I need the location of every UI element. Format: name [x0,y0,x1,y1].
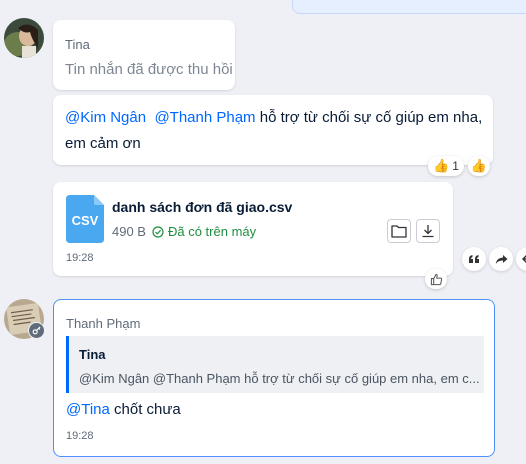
more-button[interactable] [516,247,526,271]
key-icon [28,322,45,339]
reaction-summary[interactable]: 👍 1 [428,156,464,176]
file-size: 490 B [112,224,146,239]
message-line-2: em cảm ơn [65,135,141,152]
open-folder-button[interactable] [387,219,411,243]
reaction-button[interactable]: 👍 [468,156,490,176]
own-message-bubble-partial[interactable] [292,0,526,14]
check-circle-icon [152,225,164,238]
mention-tina[interactable]: @Tina [66,401,110,418]
message-bubble-reply[interactable]: Thanh Phạm Tina @Kim Ngân @Thanh Phạm hỗ… [53,299,495,457]
message-time: 19:28 [66,430,94,442]
message-text: hỗ trợ từ chối sự cố giúp em nha, [255,109,483,126]
more-icon [522,255,526,263]
file-meta: 490 B Đã có trên máy [112,224,256,239]
reply-text-line: @Tina chốt chưa [66,397,181,423]
quote-button[interactable] [462,247,486,271]
download-button[interactable] [416,219,440,243]
file-name[interactable]: danh sách đơn đã giao.csv [112,199,292,215]
message-bubble-support[interactable]: @Kim Ngân @Thanh Phạm hỗ trợ từ chối sự … [53,95,493,165]
quoted-text: @Kim Ngân @Thanh Phạm hỗ trợ từ chối sự … [79,371,479,386]
mention-thanh-pham[interactable]: @Thanh Phạm [154,109,255,126]
quote-icon [469,255,479,263]
thumbs-up-icon: 👍 [433,158,450,173]
share-icon [495,254,507,264]
quoted-message[interactable]: Tina @Kim Ngân @Thanh Phạm hỗ trợ từ chố… [66,336,484,393]
csv-file-icon[interactable]: CSV [66,195,104,243]
reaction-count: 1 [452,159,459,173]
message-bubble-recalled[interactable]: Tina Tin nhắn đã được thu hồi [53,20,235,90]
reply-text: chốt chưa [109,401,181,418]
reaction-button[interactable] [425,269,447,289]
avatar-image [4,18,44,58]
recalled-message-text: Tin nhắn đã được thu hồi [65,61,233,78]
message-time: 19:28 [66,252,94,264]
message-bubble-file[interactable]: CSV danh sách đơn đã giao.csv 490 B Đã c… [53,182,453,276]
quoted-author: Tina [79,347,106,362]
thumbs-up-icon: 👍 [470,158,488,173]
share-button[interactable] [489,247,513,271]
avatar-tina[interactable] [4,18,44,58]
folder-icon [391,225,407,238]
file-status: Đã có trên máy [167,224,257,239]
sender-name: Tina [65,37,90,52]
csv-badge-label: CSV [71,213,99,228]
thumbs-up-icon [430,273,442,285]
sender-name: Thanh Phạm [66,316,141,331]
message-line-1: @Kim Ngân @Thanh Phạm hỗ trợ từ chối sự … [65,105,495,131]
mention-kim-ngan[interactable]: @Kim Ngân [65,109,146,126]
download-icon [422,225,434,238]
